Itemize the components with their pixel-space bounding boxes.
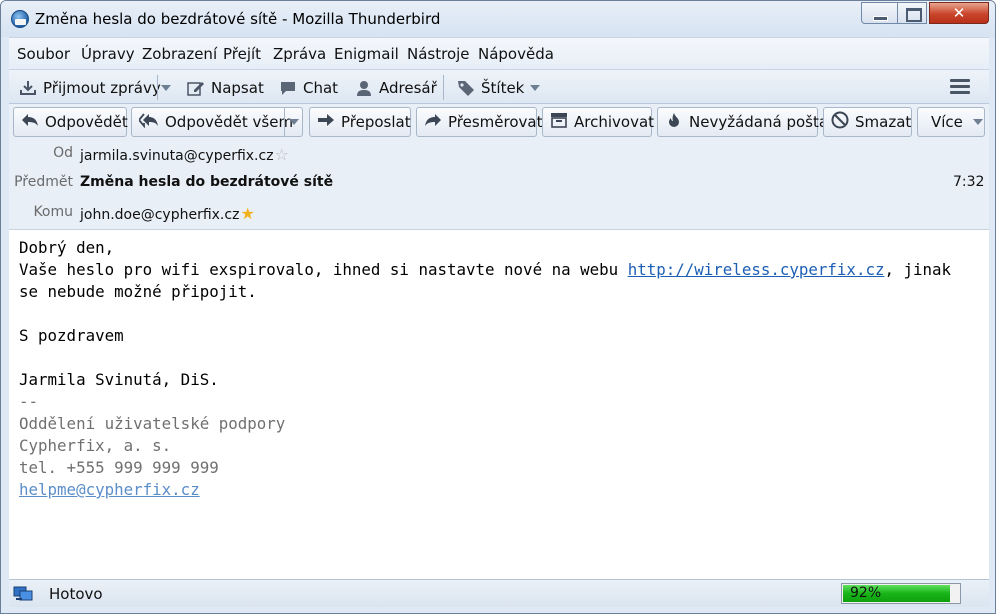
reply-all-label: Odpovědět všem bbox=[165, 113, 294, 131]
delete-button[interactable]: Smazat bbox=[823, 107, 912, 137]
signature-separator: -- bbox=[19, 392, 39, 411]
main-toolbar: Přijmout zprávy Napsat Chat Adresář Štít… bbox=[9, 69, 989, 104]
thunderbird-window: Změna hesla do bezdrátové sítě - Mozilla… bbox=[0, 0, 996, 614]
body-line-1-end: , jinak bbox=[884, 260, 952, 279]
forward-arrow-icon bbox=[317, 112, 335, 133]
body-line-2: se nebude možné připojit. bbox=[19, 282, 257, 301]
more-label: Více bbox=[931, 113, 963, 131]
from-address[interactable]: jarmila.svinuta@cyperfix.cz bbox=[80, 148, 274, 164]
forward-label: Přeposlat bbox=[341, 113, 411, 131]
tag-icon bbox=[457, 80, 475, 96]
menu-message[interactable]: Zpráva bbox=[273, 45, 326, 63]
redirect-button[interactable]: Přesměrovat bbox=[416, 107, 542, 137]
menu-go[interactable]: Přejít bbox=[223, 45, 261, 63]
chevron-down-icon bbox=[530, 85, 541, 91]
chevron-down-icon bbox=[161, 85, 171, 91]
status-text: Hotovo bbox=[49, 585, 103, 603]
signature-company: Cypherfix, a. s. bbox=[19, 436, 172, 455]
message-time: 7:32 bbox=[953, 174, 985, 190]
write-button[interactable]: Napsat bbox=[187, 77, 264, 99]
forward-button[interactable]: Přeposlat bbox=[309, 107, 411, 137]
delete-label: Smazat bbox=[855, 113, 912, 131]
chevron-down-icon bbox=[972, 119, 983, 125]
archive-button[interactable]: Archivovat bbox=[542, 107, 655, 137]
menu-enigmail[interactable]: Enigmail bbox=[334, 45, 399, 63]
closing-line: S pozdravem bbox=[19, 326, 124, 345]
write-label: Napsat bbox=[211, 79, 264, 97]
body-line-1: Vaše heslo pro wifi exspirovalo, ihned s… bbox=[19, 260, 628, 279]
redirect-arrow-icon bbox=[424, 112, 442, 133]
network-status-icon[interactable] bbox=[13, 586, 33, 601]
chevron-down-icon bbox=[288, 119, 299, 125]
minimize-button[interactable] bbox=[861, 2, 898, 24]
signature-department: Oddělení uživatelské podpory bbox=[19, 414, 286, 433]
sender-name: Jarmila Svinutá, DiS. bbox=[19, 370, 219, 389]
menu-help[interactable]: Nápověda bbox=[478, 45, 554, 63]
subject-label: Předmět bbox=[14, 174, 73, 190]
delete-circle-icon bbox=[831, 111, 849, 134]
reply-label: Odpovědět bbox=[45, 113, 128, 131]
progress-label: 92% bbox=[850, 585, 882, 601]
signature-email-link[interactable]: helpme@cypherfix.cz bbox=[19, 480, 200, 499]
message-text: Dobrý den, Vaše heslo pro wifi exspirova… bbox=[19, 237, 951, 501]
redirect-label: Přesměrovat bbox=[448, 113, 543, 131]
title-bar[interactable]: Změna hesla do bezdrátové sítě - Mozilla… bbox=[1, 1, 995, 37]
get-messages-label: Přijmout zprávy bbox=[43, 79, 161, 97]
hamburger-icon bbox=[949, 77, 971, 99]
status-bar: Hotovo 92% bbox=[9, 579, 989, 607]
get-messages-button[interactable]: Přijmout zprávy bbox=[19, 77, 161, 99]
close-icon: ✕ bbox=[952, 4, 966, 22]
junk-button[interactable]: Nevyžádaná pošta bbox=[657, 107, 828, 137]
greeting-line: Dobrý den, bbox=[19, 238, 115, 257]
download-icon bbox=[19, 80, 37, 96]
menu-edit[interactable]: Úpravy bbox=[81, 45, 135, 63]
phishing-link[interactable]: http://wireless.cyperfix.cz bbox=[628, 260, 885, 279]
menu-file[interactable]: Soubor bbox=[17, 45, 70, 63]
chat-button[interactable]: Chat bbox=[279, 77, 338, 99]
reply-all-dropdown[interactable] bbox=[284, 108, 302, 136]
toolbar-separator bbox=[443, 75, 444, 100]
message-header: Odpovědět Odpovědět všem Přeposlat Přesm… bbox=[9, 104, 989, 229]
from-label: Od bbox=[53, 145, 73, 161]
person-icon bbox=[355, 80, 373, 96]
subject-value: Změna hesla do bezdrátové sítě bbox=[80, 174, 334, 190]
thunderbird-app-icon bbox=[11, 10, 29, 28]
to-label: Komu bbox=[33, 204, 73, 220]
window-title: Změna hesla do bezdrátové sítě - Mozilla… bbox=[35, 10, 441, 28]
close-button[interactable]: ✕ bbox=[929, 2, 989, 24]
reply-button[interactable]: Odpovědět bbox=[13, 107, 128, 137]
address-book-button[interactable]: Adresář bbox=[355, 77, 437, 99]
more-button[interactable]: Více bbox=[917, 107, 985, 137]
to-field[interactable]: john.doe@cypherfix.cz★ bbox=[80, 204, 255, 223]
star-filled-icon[interactable]: ★ bbox=[240, 204, 254, 223]
menu-bar: Soubor Úpravy Zobrazení Přejít Zpráva En… bbox=[9, 37, 989, 69]
get-messages-dropdown[interactable] bbox=[161, 77, 171, 99]
tag-label: Štítek bbox=[481, 79, 525, 97]
flame-icon bbox=[665, 112, 683, 133]
menu-tools[interactable]: Nástroje bbox=[407, 45, 470, 63]
star-icon[interactable]: ☆ bbox=[275, 145, 289, 164]
maximize-button[interactable] bbox=[897, 2, 927, 24]
message-body[interactable]: Dobrý den, Vaše heslo pro wifi exspirova… bbox=[9, 229, 989, 579]
chat-bubble-icon bbox=[279, 80, 297, 96]
pencil-icon bbox=[187, 80, 205, 96]
reply-all-button[interactable]: Odpovědět všem bbox=[131, 107, 303, 137]
from-field[interactable]: jarmila.svinuta@cyperfix.cz☆ bbox=[80, 145, 289, 164]
junk-label: Nevyžádaná pošta bbox=[689, 113, 829, 131]
tag-button[interactable]: Štítek bbox=[457, 77, 541, 99]
progress-bar: 92% bbox=[841, 583, 961, 604]
chat-label: Chat bbox=[303, 79, 339, 97]
menu-view[interactable]: Zobrazení bbox=[142, 45, 217, 63]
toolbar-separator bbox=[157, 75, 158, 100]
reply-all-arrow-icon bbox=[137, 112, 159, 133]
reply-arrow-icon bbox=[21, 112, 39, 133]
to-address[interactable]: john.doe@cypherfix.cz bbox=[80, 207, 239, 223]
address-book-label: Adresář bbox=[379, 79, 437, 97]
app-menu-button[interactable] bbox=[949, 77, 971, 99]
archive-label: Archivovat bbox=[574, 113, 655, 131]
archive-box-icon bbox=[550, 112, 568, 133]
signature-phone: tel. +555 999 999 999 bbox=[19, 458, 219, 477]
